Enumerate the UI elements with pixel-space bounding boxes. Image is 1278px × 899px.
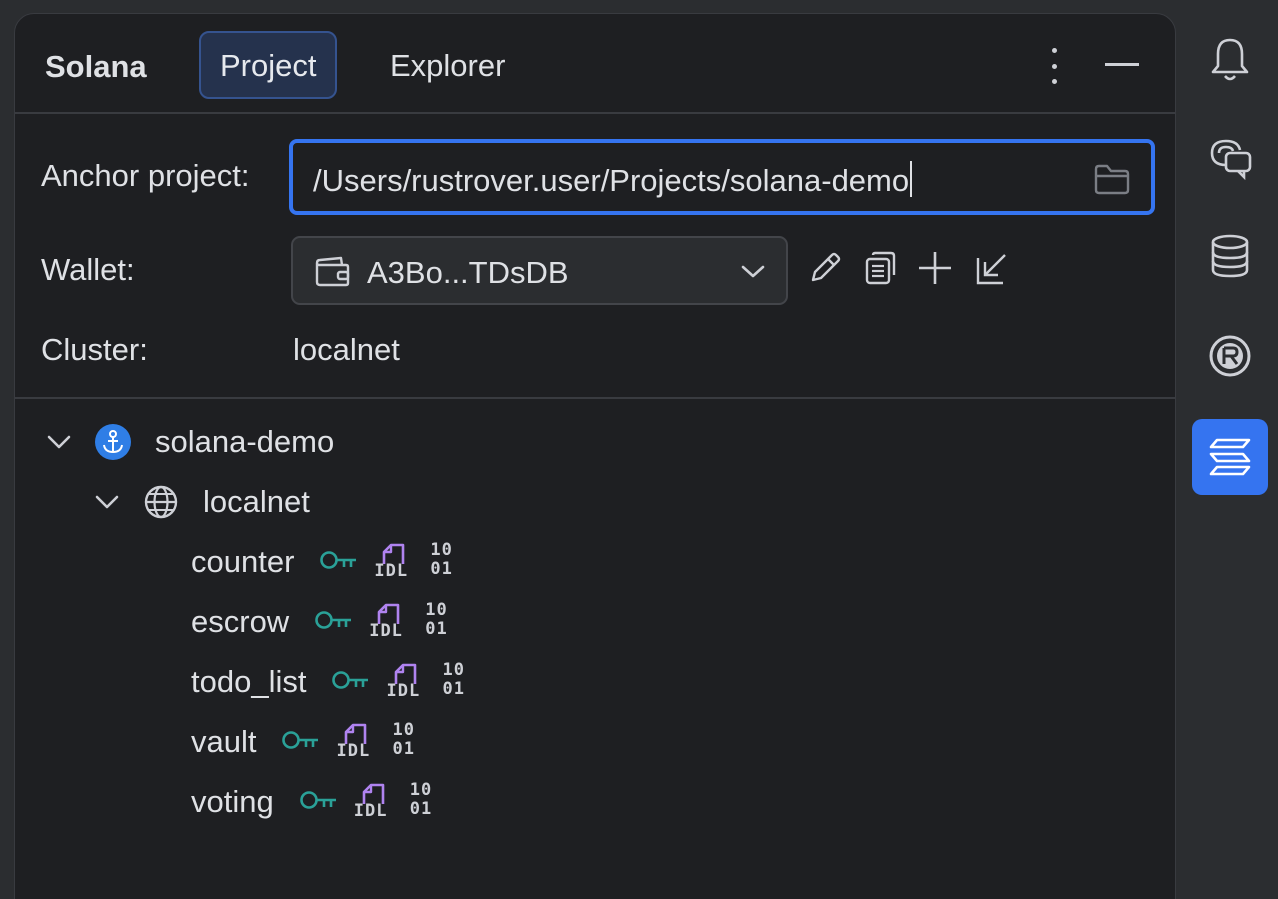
solana-icon[interactable] — [1192, 419, 1268, 495]
tab-explorer[interactable]: Explorer — [369, 31, 526, 99]
rust-icon[interactable] — [1192, 318, 1268, 394]
idl-label: IDL — [374, 561, 409, 581]
minimize-icon[interactable] — [1105, 63, 1139, 66]
tree-item-cluster[interactable]: localnet — [203, 484, 310, 520]
tree-item-program[interactable]: escrow IDL 10 01 — [191, 601, 448, 642]
idl-file-icon[interactable]: IDL — [354, 782, 392, 822]
idl-file-icon[interactable]: IDL — [369, 602, 407, 642]
tree-item-project[interactable]: solana-demo — [155, 424, 334, 460]
anchor-project-label: Anchor project: — [41, 158, 250, 193]
program-id-key-icon[interactable] — [332, 669, 370, 696]
binary-icon[interactable]: 10 01 — [410, 781, 432, 819]
binary-bottom: 01 — [392, 739, 415, 759]
tab-project[interactable]: Project — [199, 31, 338, 99]
program-name: counter — [191, 544, 295, 579]
binary-top: 10 — [409, 780, 433, 800]
wallet-value: A3Bo...TDsDB — [367, 255, 569, 290]
edit-pencil-icon[interactable] — [807, 250, 843, 291]
idl-label: IDL — [336, 741, 371, 761]
tree-item-program[interactable]: counter IDL 10 01 — [191, 541, 453, 582]
binary-top: 10 — [442, 660, 465, 680]
binary-icon[interactable]: 10 01 — [442, 661, 464, 699]
globe-icon — [143, 484, 179, 525]
anchor-project-input[interactable]: /Users/rustrover.user/Projects/solana-de… — [289, 139, 1155, 215]
right-tool-strip — [1178, 0, 1278, 899]
binary-top: 10 — [430, 540, 453, 560]
idl-file-icon[interactable]: IDL — [374, 542, 412, 582]
binary-icon[interactable]: 10 01 — [430, 541, 452, 579]
cluster-label: Cluster: — [41, 332, 148, 367]
chevron-down-icon — [740, 260, 766, 287]
binary-top: 10 — [425, 600, 448, 620]
wallet-label: Wallet: — [41, 252, 135, 287]
idl-label: IDL — [353, 801, 388, 821]
copy-icon[interactable] — [863, 250, 899, 291]
program-name: escrow — [191, 604, 290, 639]
binary-bottom: 01 — [430, 559, 453, 579]
cluster-value: localnet — [293, 332, 400, 367]
anchor-icon — [95, 424, 131, 465]
anchor-project-value: /Users/rustrover.user/Projects/solana-de… — [313, 163, 910, 198]
tree-expand-chevron-icon[interactable] — [95, 492, 119, 517]
program-name: voting — [191, 784, 274, 819]
program-name: todo_list — [191, 664, 307, 699]
import-icon[interactable] — [975, 250, 1011, 291]
idl-label: IDL — [369, 621, 403, 641]
binary-bottom: 01 — [442, 679, 465, 699]
binary-icon[interactable]: 10 01 — [392, 721, 414, 759]
text-caret — [910, 161, 913, 197]
wallet-icon — [313, 255, 351, 292]
ai-chat-icon[interactable] — [1192, 120, 1268, 196]
binary-bottom: 01 — [425, 619, 448, 639]
program-name: vault — [191, 724, 257, 759]
database-icon[interactable] — [1192, 218, 1268, 294]
add-icon[interactable] — [917, 250, 953, 291]
tree-item-program[interactable]: vault IDL 10 01 — [191, 721, 415, 762]
program-id-key-icon[interactable] — [315, 609, 353, 636]
binary-top: 10 — [392, 720, 415, 740]
idl-file-icon[interactable]: IDL — [386, 662, 424, 702]
tree-item-program[interactable]: voting IDL 10 01 — [191, 781, 432, 822]
program-id-key-icon[interactable] — [282, 729, 320, 756]
idl-label: IDL — [386, 681, 421, 701]
bell-icon[interactable] — [1192, 22, 1268, 98]
folder-icon[interactable] — [1093, 163, 1131, 200]
idl-file-icon[interactable]: IDL — [336, 722, 374, 762]
tool-window-title: Solana — [45, 49, 147, 84]
tool-window-header: Solana Project Explorer — [15, 14, 1175, 114]
kebab-menu-icon[interactable] — [1040, 46, 1068, 86]
binary-icon[interactable]: 10 01 — [425, 601, 447, 639]
binary-bottom: 01 — [409, 799, 433, 819]
tree-expand-chevron-icon[interactable] — [47, 432, 71, 457]
divider — [15, 397, 1175, 399]
program-id-key-icon[interactable] — [299, 789, 338, 816]
solana-tool-window: Solana Project Explorer Anchor project: … — [14, 13, 1176, 899]
wallet-dropdown[interactable]: A3Bo...TDsDB — [291, 236, 788, 305]
tree-item-program[interactable]: todo_list IDL 10 01 — [191, 661, 465, 702]
program-id-key-icon[interactable] — [320, 549, 358, 576]
